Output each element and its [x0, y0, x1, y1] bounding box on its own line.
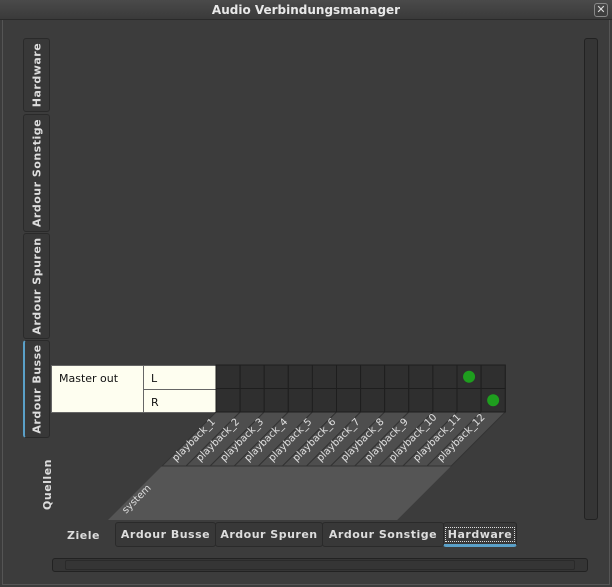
- matrix-cell[interactable]: [408, 388, 434, 413]
- connection-dot[interactable]: [463, 370, 476, 383]
- tab-label: Hardware: [444, 527, 516, 542]
- matrix-cell[interactable]: [408, 364, 434, 389]
- tab-label: Ardour Busse: [120, 528, 211, 541]
- dest-tab-hardware[interactable]: Hardware: [443, 522, 517, 547]
- matrix-cell[interactable]: [360, 364, 386, 389]
- matrix-cell[interactable]: [480, 364, 506, 389]
- connection-matrix[interactable]: systemplayback_1playback_2playback_3play…: [0, 0, 612, 587]
- tab-label: Ardour Spuren: [220, 528, 318, 541]
- matrix-cell[interactable]: [432, 388, 458, 413]
- matrix-cell[interactable]: [456, 388, 482, 413]
- matrix-cell[interactable]: [384, 364, 410, 389]
- dest-tab-ardour-spuren[interactable]: Ardour Spuren: [215, 522, 323, 547]
- matrix-cell[interactable]: [432, 364, 458, 389]
- vertical-scrollbar[interactable]: [584, 38, 598, 520]
- tab-label: Ardour Sonstige: [328, 528, 438, 541]
- destinations-label: Ziele: [67, 529, 100, 542]
- matrix-cell[interactable]: [215, 388, 241, 413]
- scroll-thumb[interactable]: [65, 560, 575, 570]
- matrix-cell[interactable]: [311, 364, 337, 389]
- matrix-cell[interactable]: [239, 364, 265, 389]
- matrix-cell[interactable]: [215, 364, 241, 389]
- matrix-cell[interactable]: [263, 364, 289, 389]
- dest-tab-ardour-busse[interactable]: Ardour Busse: [115, 522, 216, 547]
- matrix-cell[interactable]: [287, 364, 313, 389]
- matrix-cell[interactable]: [384, 388, 410, 413]
- matrix-cell[interactable]: [336, 388, 362, 413]
- matrix-cell[interactable]: [263, 388, 289, 413]
- dest-tab-ardour-sonstige[interactable]: Ardour Sonstige: [322, 522, 444, 547]
- horizontal-scrollbar[interactable]: [52, 558, 588, 572]
- matrix-cell[interactable]: [239, 388, 265, 413]
- matrix-cell[interactable]: [360, 388, 386, 413]
- matrix-cell[interactable]: [311, 388, 337, 413]
- connection-dot[interactable]: [487, 394, 500, 407]
- matrix-cell[interactable]: [336, 364, 362, 389]
- matrix-cell[interactable]: [287, 388, 313, 413]
